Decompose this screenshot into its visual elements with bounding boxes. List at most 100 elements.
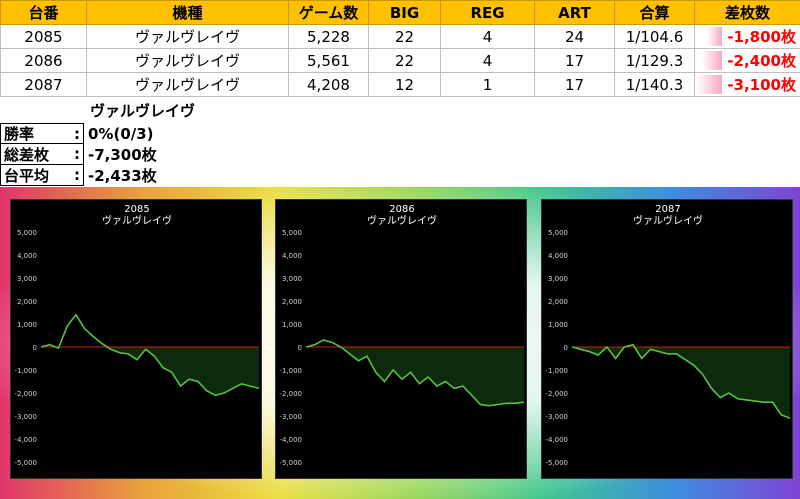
y-tick-label: -4,000 <box>545 436 568 444</box>
table-row: 2086 ヴァルヴレイヴ 5,561 22 4 17 1/129.3 -2,40… <box>0 48 800 73</box>
header-model: 機種 <box>86 0 289 25</box>
summary-row-total-diff: 総差枚 : -7,300枚 <box>0 144 157 165</box>
y-tick-label: 3,000 <box>17 275 37 283</box>
summary-colon: : <box>74 145 80 163</box>
cell-unit: 2087 <box>0 72 87 97</box>
y-tick-label: -1,000 <box>279 367 302 375</box>
cell-combined: 1/140.3 <box>614 72 695 97</box>
cell-model: ヴァルヴレイヴ <box>86 72 289 97</box>
table-row: 2087 ヴァルヴレイヴ 4,208 12 1 17 1/140.3 -3,10… <box>0 72 800 97</box>
cell-combined: 1/104.6 <box>614 24 695 49</box>
chart-subtitle: ヴァルヴレイヴ <box>367 214 437 227</box>
diff-bar <box>707 27 722 46</box>
cell-unit: 2086 <box>0 48 87 73</box>
y-tick-label: 1,000 <box>17 321 37 329</box>
cell-games: 5,561 <box>288 48 369 73</box>
cell-art: 17 <box>534 72 615 97</box>
chart-subtitle: ヴァルヴレイヴ <box>633 214 703 227</box>
cell-diff: -2,400枚 <box>694 48 800 73</box>
y-tick-label: -3,000 <box>14 413 37 421</box>
cell-art: 17 <box>534 48 615 73</box>
summary-colon: : <box>74 124 80 143</box>
cell-reg: 4 <box>440 24 535 49</box>
summary-value: -7,300枚 <box>88 146 157 164</box>
y-tick-label: 5,000 <box>17 229 37 237</box>
cell-games: 5,228 <box>288 24 369 49</box>
chart-title: 2086 <box>389 204 414 215</box>
summary-label: 総差枚 : <box>0 144 84 165</box>
summary-model-name: ヴァルヴレイヴ <box>90 102 196 120</box>
y-tick-label: -5,000 <box>545 459 568 467</box>
header-combined: 合算 <box>614 0 695 25</box>
y-tick-label: -4,000 <box>279 436 302 444</box>
chart-panel-2086: 2086 ヴァルヴレイヴ 5,000 4,000 3,000 2,000 1,000 0 -1,… <box>275 199 527 479</box>
chart-title: 2087 <box>655 204 680 215</box>
summary-label: 台平均 : <box>0 165 84 186</box>
y-tick-label: 2,000 <box>17 298 37 306</box>
y-tick-label: 0 <box>564 344 568 352</box>
chart-2086: 2086ヴァルヴレイヴ 5,000 4,000 3,000 2,000 1,000 0 -1,… <box>279 204 525 467</box>
y-tick-label: -3,000 <box>279 413 302 421</box>
chart-subtitle: ヴァルヴレイヴ <box>102 214 172 227</box>
cell-big: 22 <box>368 48 441 73</box>
y-tick-label: -2,000 <box>545 390 568 398</box>
y-tick-label: 3,000 <box>548 275 568 283</box>
summary-value: -2,433枚 <box>88 167 157 185</box>
header-big: BIG <box>368 0 441 25</box>
y-tick-label: -2,000 <box>279 390 302 398</box>
y-tick-label: 2,000 <box>282 298 302 306</box>
summary-value: 0%(0/3) <box>88 124 154 143</box>
header-diff: 差枚数 <box>694 0 800 25</box>
diff-bar <box>696 75 722 94</box>
chart-2087: 2087ヴァルヴレイヴ 5,000 4,000 3,000 2,000 1,000 0 -1,… <box>545 204 791 467</box>
charts-area: 2085 ヴァルヴレイヴ 5,000 4,000 3,000 2,000 1,000 0 -1,… <box>0 187 800 499</box>
y-tick-label: 1,000 <box>282 321 302 329</box>
y-tick-label: -4,000 <box>14 436 37 444</box>
cell-model: ヴァルヴレイヴ <box>86 48 289 73</box>
summary-row-win-rate: 勝率 : 0%(0/3) <box>0 123 157 144</box>
y-tick-label: 5,000 <box>548 229 568 237</box>
cell-diff: -1,800枚 <box>694 24 800 49</box>
summary-colon: : <box>74 166 80 184</box>
y-tick-label: -1,000 <box>14 367 37 375</box>
slot-data-table: 台番 機種 ゲーム数 BIG REG ART 合算 差枚数 2085 ヴァルヴレ… <box>0 0 800 97</box>
cell-combined: 1/129.3 <box>614 48 695 73</box>
negative-area <box>306 347 524 406</box>
diff-value: -1,800枚 <box>727 28 796 46</box>
cell-model: ヴァルヴレイヴ <box>86 24 289 49</box>
header-games: ゲーム数 <box>288 0 369 25</box>
chart-panel-2085: 2085 ヴァルヴレイヴ 5,000 4,000 3,000 2,000 1,000 0 -1,… <box>10 199 262 479</box>
y-tick-label: 4,000 <box>17 252 37 260</box>
summary-label-text: 勝率 <box>4 125 35 143</box>
y-tick-label: 4,000 <box>282 252 302 260</box>
chart-panel-2087: 2087 ヴァルヴレイヴ 5,000 4,000 3,000 2,000 1,000 0 -1,… <box>541 199 793 479</box>
header-unit: 台番 <box>0 0 87 25</box>
header-reg: REG <box>440 0 535 25</box>
y-tick-label: -5,000 <box>14 459 37 467</box>
y-tick-label: 3,000 <box>282 275 302 283</box>
cell-unit: 2085 <box>0 24 87 49</box>
y-tick-label: 2,000 <box>548 298 568 306</box>
cell-big: 12 <box>368 72 441 97</box>
cell-games: 4,208 <box>288 72 369 97</box>
cell-diff: -3,100枚 <box>694 72 800 97</box>
diff-value: -3,100枚 <box>727 76 796 94</box>
y-tick-label: -2,000 <box>14 390 37 398</box>
summary-label-text: 総差枚 <box>4 145 50 164</box>
y-tick-label: -5,000 <box>279 459 302 467</box>
diff-value: -2,400枚 <box>727 52 796 70</box>
chart-2085: 2085ヴァルヴレイヴ 5,000 4,000 3,000 2,000 1,000 0 -1,… <box>14 204 260 467</box>
table-row: 2085 ヴァルヴレイヴ 5,228 22 4 24 1/104.6 -1,80… <box>0 24 800 49</box>
diff-bar <box>702 51 722 70</box>
y-tick-label: 0 <box>33 344 37 352</box>
cell-art: 24 <box>534 24 615 49</box>
table-header-row: 台番 機種 ゲーム数 BIG REG ART 合算 差枚数 <box>0 0 800 25</box>
cell-big: 22 <box>368 24 441 49</box>
negative-area <box>41 347 259 396</box>
cell-reg: 4 <box>440 48 535 73</box>
y-tick-label: 0 <box>298 344 302 352</box>
summary-label-text: 台平均 <box>4 166 50 185</box>
chart-title: 2085 <box>124 204 149 215</box>
summary-label: 勝率 : <box>0 123 84 144</box>
y-tick-label: 5,000 <box>282 229 302 237</box>
